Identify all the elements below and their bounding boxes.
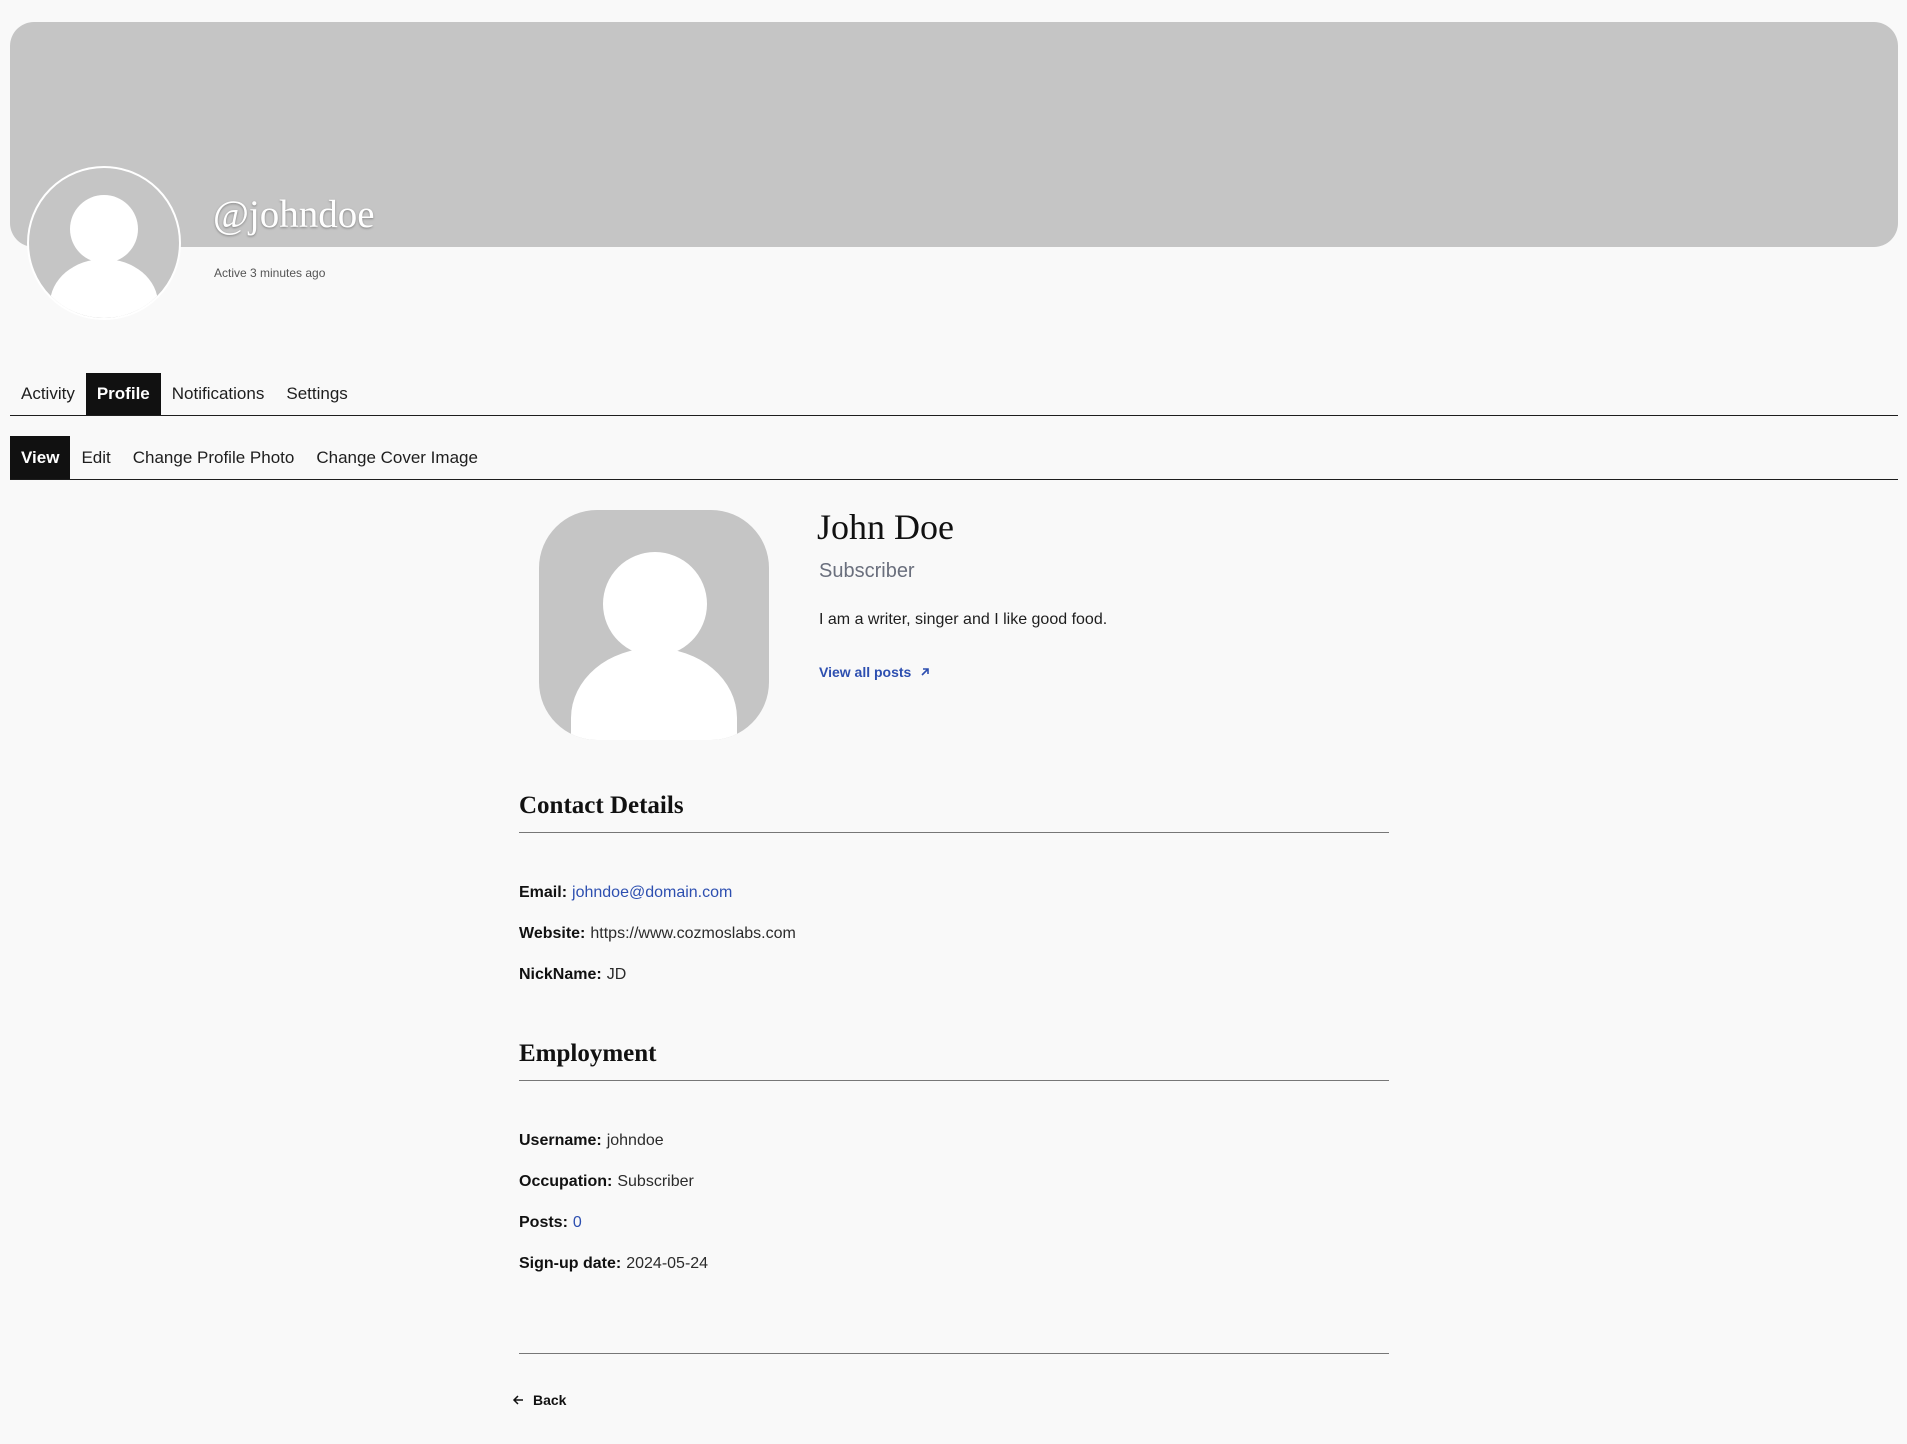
posts-count-link[interactable]: 0 bbox=[573, 1214, 582, 1231]
email-row: Email: johndoe@domain.com bbox=[519, 884, 732, 902]
back-link[interactable]: Back bbox=[512, 1392, 566, 1408]
username-row: Username: johndoe bbox=[519, 1132, 664, 1150]
profile-avatar bbox=[539, 510, 769, 740]
website-label: Website: bbox=[519, 925, 586, 942]
tab-settings[interactable]: Settings bbox=[275, 373, 358, 415]
back-label: Back bbox=[533, 1392, 567, 1408]
view-all-posts-label: View all posts bbox=[819, 664, 912, 680]
user-role: Subscriber bbox=[819, 560, 915, 582]
display-name: John Doe bbox=[817, 507, 954, 547]
tab-notifications[interactable]: Notifications bbox=[161, 373, 276, 415]
website-value: https://www.cozmoslabs.com bbox=[590, 925, 796, 942]
occupation-row: Occupation: Subscriber bbox=[519, 1173, 694, 1191]
subtab-view[interactable]: View bbox=[10, 436, 71, 479]
profile-username: @johndoe bbox=[213, 193, 375, 236]
signup-date-value: 2024-05-24 bbox=[626, 1255, 709, 1272]
tab-profile[interactable]: Profile bbox=[85, 373, 161, 415]
occupation-label: Occupation: bbox=[519, 1173, 613, 1190]
nickname-row: NickName: JD bbox=[519, 966, 626, 984]
employment-heading: Employment bbox=[519, 1040, 1389, 1081]
subtab-change-cover-image[interactable]: Change Cover Image bbox=[305, 436, 489, 479]
email-label: Email: bbox=[519, 884, 568, 901]
nickname-value: JD bbox=[606, 966, 627, 983]
primary-tabs: Activity Profile Notifications Settings bbox=[10, 373, 1898, 416]
occupation-value: Subscriber bbox=[617, 1173, 694, 1190]
bottom-divider bbox=[519, 1353, 1389, 1354]
view-all-posts-link[interactable]: View all posts bbox=[819, 664, 931, 680]
user-bio: I am a writer, singer and I like good fo… bbox=[819, 611, 1108, 628]
nickname-label: NickName: bbox=[519, 966, 602, 983]
posts-row: Posts: 0 bbox=[519, 1214, 582, 1232]
subtab-edit[interactable]: Edit bbox=[70, 436, 121, 479]
active-status: Active 3 minutes ago bbox=[214, 266, 326, 280]
website-row: Website: https://www.cozmoslabs.com bbox=[519, 925, 796, 943]
header-avatar bbox=[27, 166, 181, 320]
arrow-left-icon bbox=[512, 1394, 524, 1406]
secondary-tabs: View Edit Change Profile Photo Change Co… bbox=[10, 436, 1898, 480]
signup-date-row: Sign-up date: 2024-05-24 bbox=[519, 1255, 708, 1273]
posts-label: Posts: bbox=[519, 1214, 568, 1231]
tab-activity[interactable]: Activity bbox=[10, 373, 86, 415]
signup-date-label: Sign-up date: bbox=[519, 1255, 622, 1272]
arrow-up-right-icon bbox=[919, 666, 931, 678]
email-link[interactable]: johndoe@domain.com bbox=[572, 884, 732, 901]
username-label: Username: bbox=[519, 1132, 602, 1149]
username-value: johndoe bbox=[606, 1132, 664, 1149]
contact-details-heading: Contact Details bbox=[519, 792, 1389, 833]
subtab-change-profile-photo[interactable]: Change Profile Photo bbox=[122, 436, 306, 479]
